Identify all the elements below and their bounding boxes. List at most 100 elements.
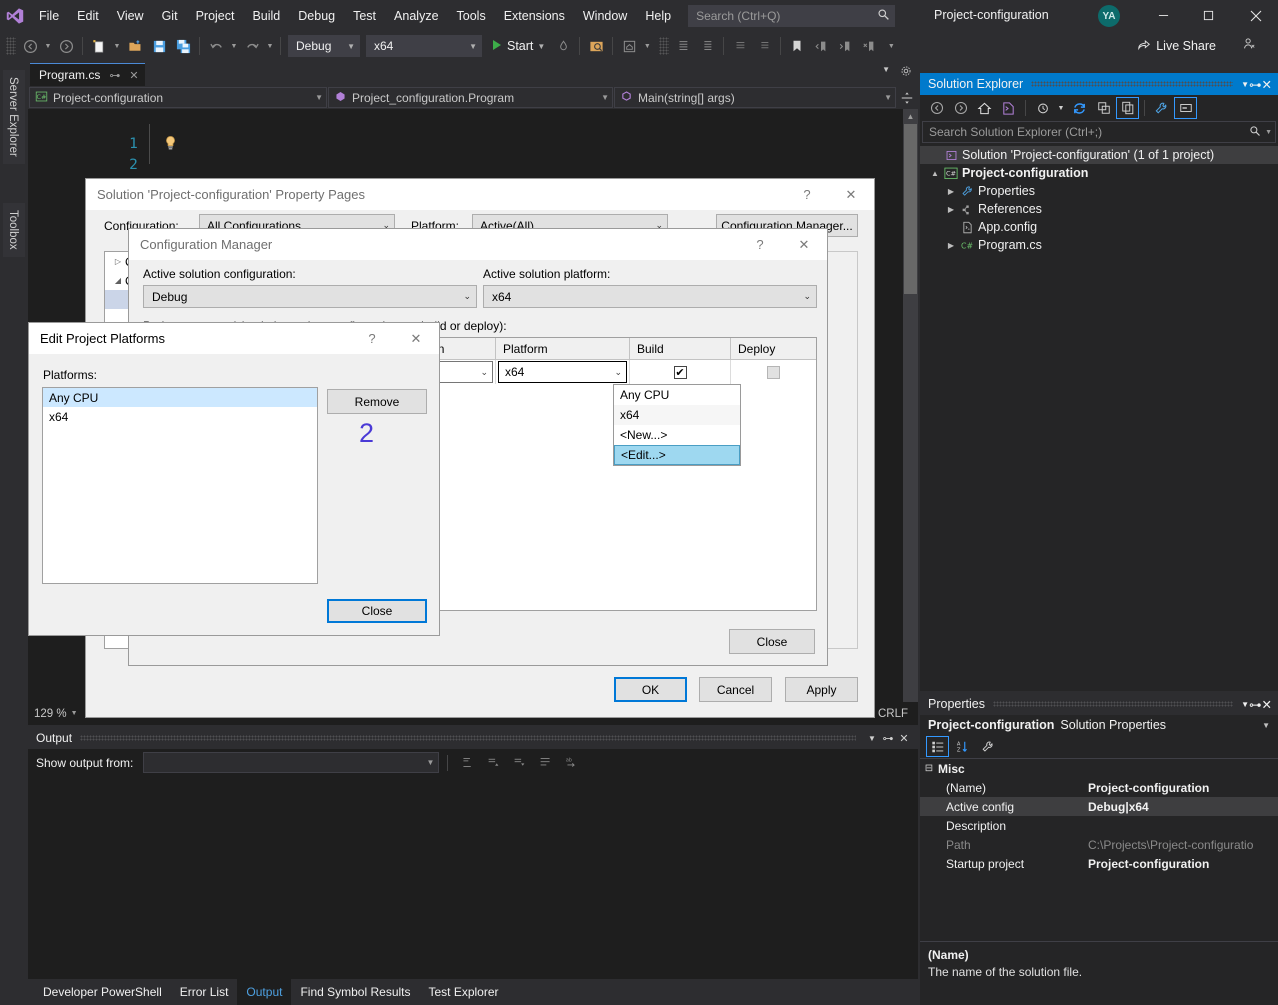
pin-icon[interactable]: ⊶ bbox=[109, 69, 120, 82]
pending-changes-icon[interactable] bbox=[1031, 97, 1054, 119]
close-icon[interactable]: ✕ bbox=[1262, 77, 1272, 92]
help-icon[interactable]: ? bbox=[739, 229, 781, 260]
tree-item-program-cs[interactable]: ▶ C# Program.cs bbox=[920, 236, 1278, 254]
navigate-forward-icon[interactable] bbox=[54, 34, 78, 58]
dropdown-option-any-cpu[interactable]: Any CPU bbox=[614, 385, 740, 405]
panel-drag-area[interactable] bbox=[993, 701, 1233, 707]
property-row-startup-project[interactable]: Startup project Project-configuration bbox=[920, 854, 1278, 873]
navigate-back-icon[interactable] bbox=[18, 34, 42, 58]
build-checkbox[interactable]: ✔ bbox=[674, 366, 687, 379]
platforms-list[interactable]: Any CPU x64 bbox=[42, 387, 318, 584]
property-row-name[interactable]: (Name) Project-configuration bbox=[920, 778, 1278, 797]
menu-help[interactable]: Help bbox=[636, 4, 680, 28]
outdent-icon[interactable] bbox=[695, 34, 719, 58]
home-icon[interactable] bbox=[617, 34, 641, 58]
property-row-active-config[interactable]: Active config Debug|x64 bbox=[920, 797, 1278, 816]
panel-drag-area[interactable] bbox=[1031, 81, 1233, 87]
next-bookmark-icon[interactable] bbox=[833, 34, 857, 58]
undo-dropdown-icon[interactable]: ▼ bbox=[228, 43, 240, 50]
help-icon[interactable]: ? bbox=[786, 179, 828, 210]
menu-file[interactable]: File bbox=[30, 4, 68, 28]
minimize-icon[interactable] bbox=[1141, 0, 1186, 31]
home-icon[interactable] bbox=[973, 97, 996, 119]
tree-item-app-config[interactable]: App.config bbox=[920, 218, 1278, 236]
solution-icon[interactable] bbox=[997, 97, 1020, 119]
chevron-down-icon[interactable]: ▼ bbox=[864, 734, 880, 743]
chevron-down-icon[interactable]: ▼ bbox=[1055, 97, 1067, 119]
tree-expander[interactable]: ▶ bbox=[944, 205, 958, 214]
apply-button[interactable]: Apply bbox=[785, 677, 858, 702]
tab-output[interactable]: Output bbox=[237, 979, 291, 1005]
maximize-icon[interactable] bbox=[1186, 0, 1231, 31]
tree-item-project[interactable]: ▲ C# Project-configuration bbox=[920, 164, 1278, 182]
uncomment-icon[interactable] bbox=[752, 34, 776, 58]
show-output-from-combo[interactable]: ▼ bbox=[143, 752, 439, 773]
clear-bookmarks-icon[interactable] bbox=[857, 34, 881, 58]
menu-extensions[interactable]: Extensions bbox=[495, 4, 574, 28]
property-row-description[interactable]: Description bbox=[920, 816, 1278, 835]
panel-drag-area[interactable] bbox=[80, 735, 856, 741]
open-file-icon[interactable] bbox=[123, 34, 147, 58]
property-value[interactable]: Project-configuration bbox=[1082, 781, 1278, 795]
properties-icon[interactable] bbox=[1150, 97, 1173, 119]
chevron-down-icon[interactable]: ▼ bbox=[882, 65, 890, 80]
refresh-icon[interactable] bbox=[1068, 97, 1091, 119]
navigate-back-icon[interactable] bbox=[925, 97, 948, 119]
help-icon[interactable]: ? bbox=[351, 323, 393, 354]
solution-explorer-search-input[interactable]: Search Solution Explorer (Ctrl+;) ▼ bbox=[922, 121, 1276, 143]
properties-category-misc[interactable]: ⊟ Misc bbox=[920, 759, 1278, 778]
redo-icon[interactable] bbox=[240, 34, 264, 58]
tree-item-solution[interactable]: Solution 'Project-configuration' (1 of 1… bbox=[920, 146, 1278, 164]
previous-bookmark-icon[interactable] bbox=[809, 34, 833, 58]
property-value[interactable]: Project-configuration bbox=[1082, 857, 1278, 871]
save-icon[interactable] bbox=[147, 34, 171, 58]
properties-object-selector[interactable]: Project-configuration Solution Propertie… bbox=[920, 715, 1278, 735]
edit-project-platforms-close-button[interactable]: Close bbox=[327, 599, 427, 623]
show-all-files-icon[interactable] bbox=[1116, 97, 1139, 119]
menu-tools[interactable]: Tools bbox=[448, 4, 495, 28]
menu-edit[interactable]: Edit bbox=[68, 4, 108, 28]
menu-build[interactable]: Build bbox=[243, 4, 289, 28]
line-ending-indicator[interactable]: CRLF bbox=[878, 708, 908, 720]
preview-icon[interactable] bbox=[1174, 97, 1197, 119]
tab-test-explorer[interactable]: Test Explorer bbox=[420, 979, 508, 1005]
global-search-input[interactable]: Search (Ctrl+Q) bbox=[688, 5, 895, 27]
menu-window[interactable]: Window bbox=[574, 4, 636, 28]
pin-icon[interactable]: ⊶ bbox=[880, 732, 896, 745]
toolbar-overflow-icon[interactable]: ▼ bbox=[885, 43, 897, 50]
chevron-down-icon[interactable]: ▼ bbox=[537, 42, 545, 51]
tree-item-references[interactable]: ▶ References bbox=[920, 200, 1278, 218]
live-share-button[interactable]: Live Share bbox=[1137, 34, 1216, 58]
close-icon[interactable]: ✕ bbox=[828, 179, 874, 210]
ok-button[interactable]: OK bbox=[614, 677, 687, 702]
cell-platform[interactable]: x64 ⌄ bbox=[496, 360, 630, 384]
categorized-icon[interactable] bbox=[926, 736, 949, 757]
active-solution-platform-combo[interactable]: x64 ⌄ bbox=[483, 285, 817, 308]
dropdown-option-x64[interactable]: x64 bbox=[614, 405, 740, 425]
configuration-manager-close-button[interactable]: Close bbox=[729, 629, 815, 654]
dropdown-option-edit[interactable]: <Edit...> bbox=[614, 445, 740, 465]
platform-list-item-any-cpu[interactable]: Any CPU bbox=[43, 388, 317, 407]
close-icon[interactable]: ✕ bbox=[781, 229, 827, 260]
start-debug-button[interactable]: Start ▼ bbox=[485, 34, 551, 58]
tab-error-list[interactable]: Error List bbox=[171, 979, 238, 1005]
close-icon[interactable]: ✕ bbox=[896, 732, 912, 745]
split-view-icon[interactable] bbox=[896, 86, 918, 109]
sidebar-tab-server-explorer[interactable]: Server Explorer bbox=[3, 70, 25, 164]
new-item-icon[interactable] bbox=[87, 34, 111, 58]
avatar[interactable]: YA bbox=[1098, 5, 1120, 27]
nav-member-combo[interactable]: Main(string[] args) ▼ bbox=[614, 87, 896, 108]
back-dropdown-icon[interactable]: ▼ bbox=[42, 43, 54, 50]
cell-build[interactable]: ✔ bbox=[630, 360, 731, 384]
tab-developer-powershell[interactable]: Developer PowerShell bbox=[34, 979, 171, 1005]
tree-expander[interactable]: ▶ bbox=[944, 241, 958, 250]
editor-vertical-scrollbar[interactable]: ▲ ▼ bbox=[903, 109, 918, 725]
chevron-down-icon[interactable]: ▼ bbox=[1241, 700, 1249, 709]
row-platform-combo[interactable]: x64 ⌄ bbox=[498, 361, 627, 383]
property-pages-icon[interactable] bbox=[976, 736, 999, 757]
chevron-down-icon[interactable]: ▼ bbox=[1262, 721, 1278, 730]
toggle-bookmark-icon[interactable] bbox=[785, 34, 809, 58]
document-tab-program-cs[interactable]: Program.cs ⊶ ✕ bbox=[30, 63, 145, 86]
menu-view[interactable]: View bbox=[108, 4, 153, 28]
property-value[interactable]: Debug|x64 bbox=[1082, 800, 1278, 814]
